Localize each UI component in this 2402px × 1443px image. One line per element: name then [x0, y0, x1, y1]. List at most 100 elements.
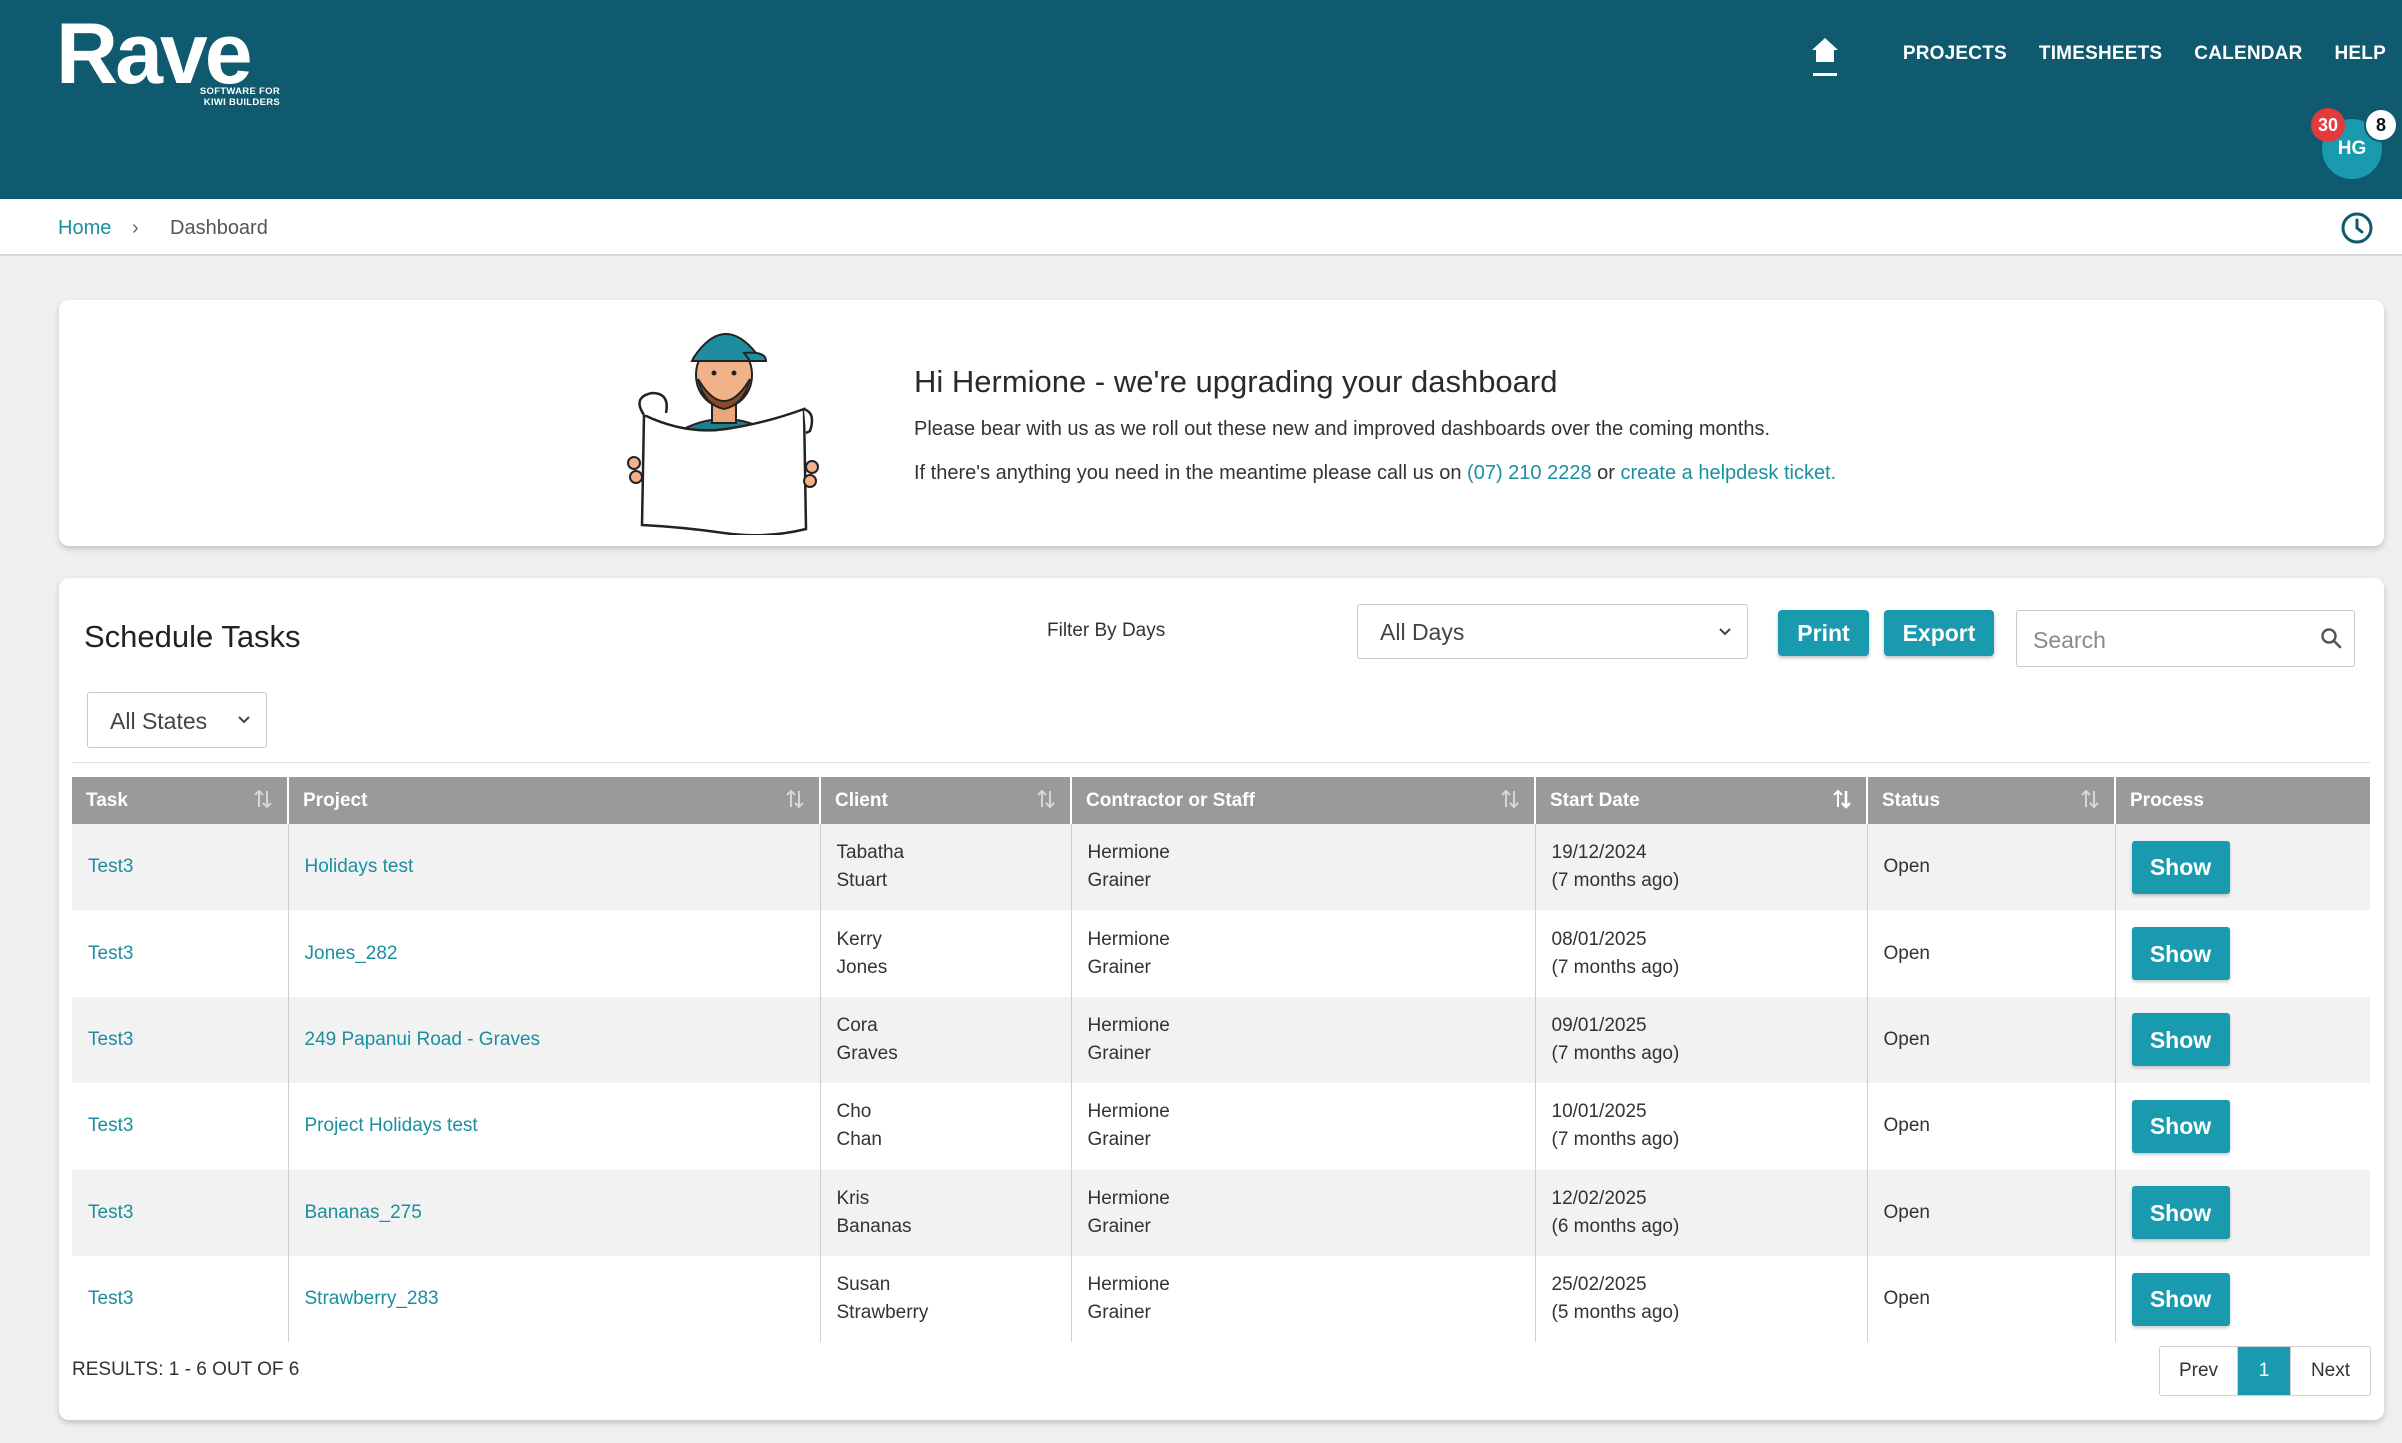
chevron-right-icon: ›: [132, 217, 139, 239]
col-header-contractor[interactable]: Contractor or Staff: [1071, 777, 1536, 824]
status-cell: Open: [1867, 1255, 2116, 1343]
nav-calendar[interactable]: CALENDAR: [2194, 43, 2302, 65]
task-link[interactable]: Test3: [72, 1169, 289, 1256]
col-header-project[interactable]: Project: [288, 777, 821, 824]
col-header-status[interactable]: Status: [1867, 777, 2116, 824]
task-link[interactable]: Test3: [72, 1255, 289, 1343]
notification-badge[interactable]: 30: [2311, 108, 2345, 142]
show-button[interactable]: Show: [2131, 1186, 2230, 1240]
status-cell: Open: [1867, 996, 2116, 1084]
table-row: Test3 Jones_282 Kerry Jones Hermione Grain…: [72, 910, 2370, 997]
states-select[interactable]: All States: [87, 692, 267, 748]
table-row: Test3 Holidays test Tabatha Stuart Hermio…: [72, 824, 2370, 911]
search-icon[interactable]: [2320, 627, 2342, 649]
client-cell: Cora Graves: [820, 996, 1072, 1084]
days-select[interactable]: All Days: [1357, 604, 1748, 659]
breadcrumb: Home › Dashboard: [0, 199, 2402, 256]
start-date-cell: 25/02/2025 (5 months ago): [1535, 1255, 1868, 1343]
project-link[interactable]: 249 Papanui Road - Graves: [288, 996, 821, 1084]
results-count: RESULTS: 1 - 6 OUT OF 6: [72, 1359, 300, 1380]
table-row: Test3 Bananas_275 Kris Bananas Hermione Gr…: [72, 1169, 2370, 1256]
staff-cell: Hermione Grainer: [1071, 1169, 1536, 1256]
staff-cell: Hermione Grainer: [1071, 1083, 1536, 1170]
status-cell: Open: [1867, 1169, 2116, 1256]
clock-icon[interactable]: [2340, 211, 2374, 251]
welcome-message: Please bear with us as we roll out these…: [914, 418, 1771, 440]
process-cell: Show: [2115, 1083, 2370, 1170]
chevron-down-icon: [238, 716, 250, 724]
sort-asc-icon[interactable]: [1832, 787, 1852, 811]
col-header-start-date[interactable]: Start Date: [1535, 777, 1868, 824]
project-link[interactable]: Jones_282: [288, 910, 821, 997]
print-button[interactable]: Print: [1778, 610, 1869, 656]
start-date-cell: 19/12/2024 (7 months ago): [1535, 824, 1868, 911]
client-cell: Kerry Jones: [820, 910, 1072, 997]
show-button[interactable]: Show: [2131, 1013, 2230, 1067]
task-link[interactable]: Test3: [72, 824, 289, 911]
client-cell: Susan Strawberry: [820, 1255, 1072, 1343]
nav-projects[interactable]: PROJECTS: [1903, 43, 2007, 65]
col-header-task[interactable]: Task: [72, 777, 289, 824]
task-link[interactable]: Test3: [72, 910, 289, 997]
helpdesk-link[interactable]: create a helpdesk ticket.: [1621, 462, 1837, 484]
status-cell: Open: [1867, 824, 2116, 911]
next-page-button[interactable]: Next: [2290, 1347, 2370, 1395]
chevron-down-icon: [1719, 628, 1731, 636]
status-cell: Open: [1867, 910, 2116, 997]
process-cell: Show: [2115, 824, 2370, 911]
main-nav: PROJECTS TIMESHEETS CALENDAR HELP: [1811, 36, 2386, 76]
welcome-title: Hi Hermione - we're upgrading your dashb…: [914, 364, 1558, 399]
project-link[interactable]: Holidays test: [288, 824, 821, 911]
process-cell: Show: [2115, 996, 2370, 1084]
show-button[interactable]: Show: [2131, 927, 2230, 981]
page-1-button[interactable]: 1: [2238, 1347, 2290, 1395]
pagination: Prev 1 Next: [2159, 1346, 2371, 1396]
builder-illustration: [626, 313, 822, 541]
start-date-cell: 12/02/2025 (6 months ago): [1535, 1169, 1868, 1256]
search-input[interactable]: Search: [2016, 610, 2355, 667]
staff-cell: Hermione Grainer: [1071, 910, 1536, 997]
table-row: Test3 249 Papanui Road - Graves Cora Grav…: [72, 996, 2370, 1084]
client-cell: Cho Chan: [820, 1083, 1072, 1170]
show-button[interactable]: Show: [2131, 1272, 2230, 1326]
staff-cell: Hermione Grainer: [1071, 1255, 1536, 1343]
project-link[interactable]: Strawberry_283: [288, 1255, 821, 1343]
logo-tagline: SOFTWARE FOR KIWI BUILDERS: [199, 86, 280, 108]
sort-icon[interactable]: [253, 787, 273, 811]
start-date-cell: 10/01/2025 (7 months ago): [1535, 1083, 1868, 1170]
show-button[interactable]: Show: [2131, 840, 2230, 894]
client-cell: Tabatha Stuart: [820, 824, 1072, 911]
staff-cell: Hermione Grainer: [1071, 824, 1536, 911]
nav-help[interactable]: HELP: [2335, 43, 2386, 65]
task-link[interactable]: Test3: [72, 1083, 289, 1170]
status-cell: Open: [1867, 1083, 2116, 1170]
col-header-client[interactable]: Client: [820, 777, 1072, 824]
sort-icon[interactable]: [2080, 787, 2100, 811]
rave-logo[interactable]: Rave SOFTWARE FOR KIWI BUILDERS: [56, 6, 280, 108]
project-link[interactable]: Bananas_275: [288, 1169, 821, 1256]
project-link[interactable]: Project Holidays test: [288, 1083, 821, 1170]
sort-icon[interactable]: [1036, 787, 1056, 811]
show-button[interactable]: Show: [2131, 1099, 2230, 1153]
table-row: Test3 Project Holidays test Cho Chan Herm…: [72, 1083, 2370, 1170]
breadcrumb-current: Dashboard: [170, 217, 268, 239]
task-link[interactable]: Test3: [72, 996, 289, 1084]
process-cell: Show: [2115, 1169, 2370, 1256]
export-button[interactable]: Export: [1884, 610, 1994, 656]
logo-wordmark: Rave: [56, 6, 253, 102]
phone-link[interactable]: (07) 210 2228: [1467, 462, 1592, 484]
process-cell: Show: [2115, 910, 2370, 997]
breadcrumb-home[interactable]: Home: [58, 217, 111, 240]
message-badge[interactable]: 8: [2364, 108, 2398, 142]
home-icon[interactable]: [1811, 36, 1841, 76]
top-header: [0, 0, 2402, 199]
prev-page-button[interactable]: Prev: [2160, 1347, 2238, 1395]
section-title: Schedule Tasks: [84, 619, 301, 654]
start-date-cell: 09/01/2025 (7 months ago): [1535, 996, 1868, 1084]
sort-icon[interactable]: [785, 787, 805, 811]
nav-timesheets[interactable]: TIMESHEETS: [2039, 43, 2162, 65]
welcome-contact: If there's anything you need in the mean…: [914, 462, 1837, 484]
table-header-row: Task Project Client Contractor or Staff …: [72, 777, 2370, 824]
sort-icon[interactable]: [1500, 787, 1520, 811]
start-date-cell: 08/01/2025 (7 months ago): [1535, 910, 1868, 997]
